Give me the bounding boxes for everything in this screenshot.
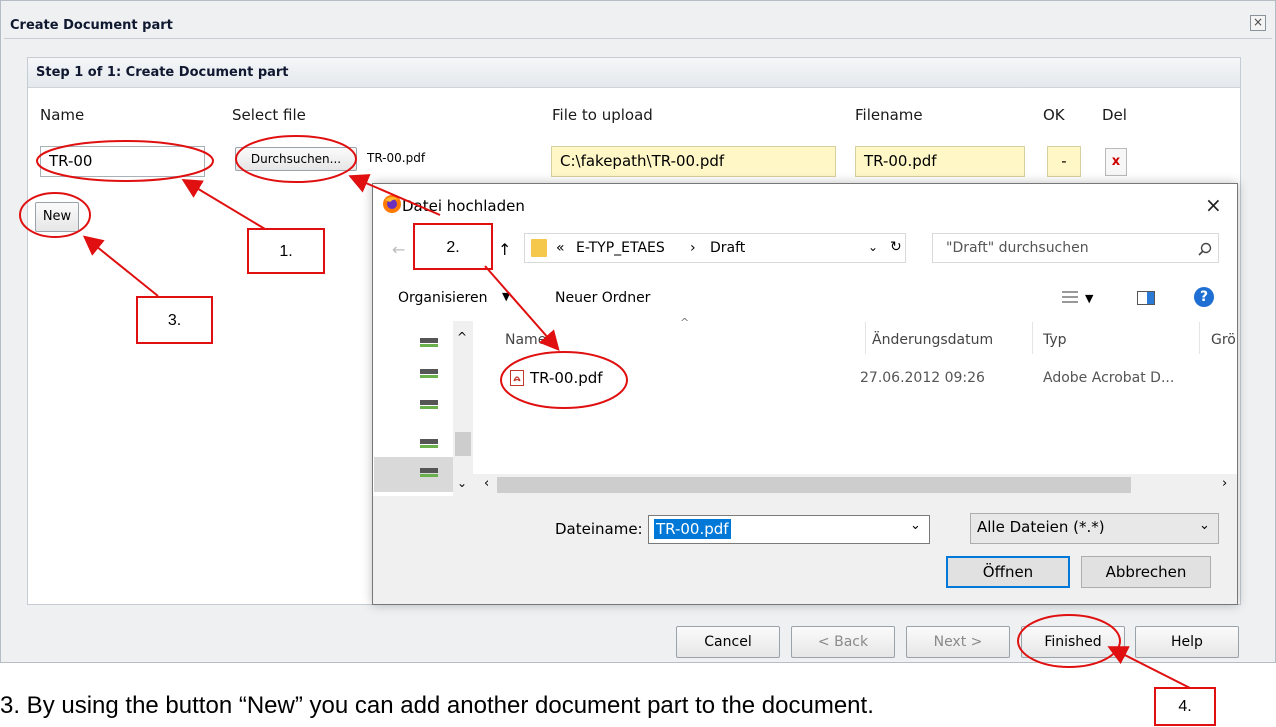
arrow-3 — [82, 235, 159, 297]
arrow-2a — [348, 174, 441, 216]
highlight-new-button — [19, 192, 91, 238]
arrow-4 — [1107, 646, 1191, 689]
callout-2: 2. — [413, 223, 493, 270]
highlight-file-item — [500, 351, 628, 409]
highlight-browse-button — [235, 135, 357, 183]
callout-1: 1. — [247, 228, 325, 274]
arrow-2b — [484, 265, 560, 352]
callout-4: 4. — [1154, 687, 1216, 726]
annotation-overlay — [19, 135, 1191, 689]
arrow-1 — [181, 178, 266, 230]
highlight-name-input — [36, 140, 214, 182]
highlight-finished-button — [1017, 614, 1121, 668]
callout-3: 3. — [136, 296, 213, 344]
caption-text: 3. By using the button “New” you can add… — [0, 692, 874, 719]
